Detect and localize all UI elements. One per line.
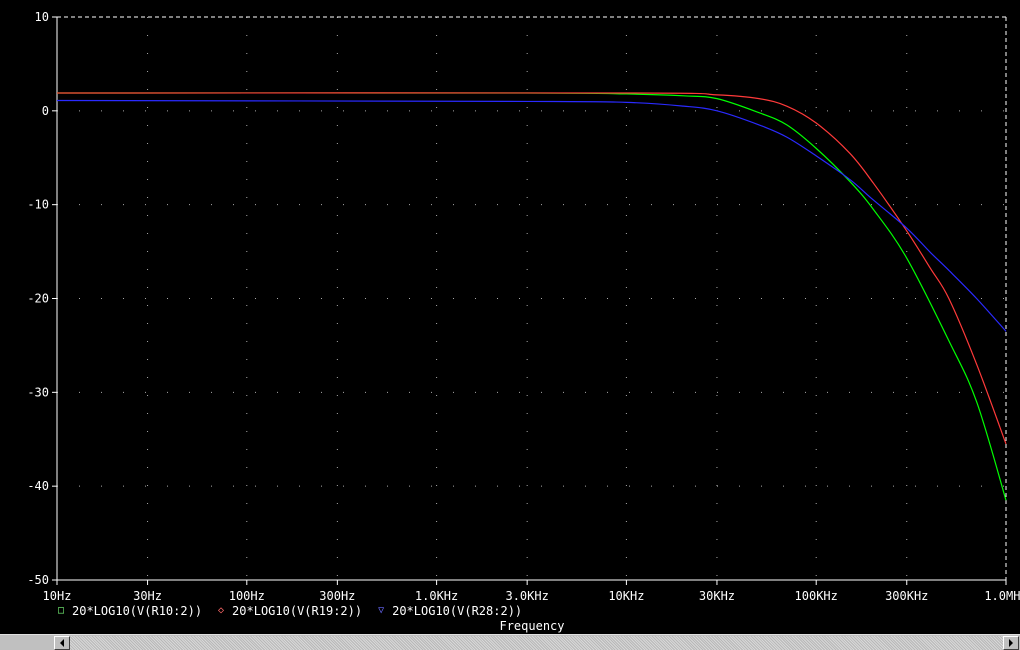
y-tick-label: 0 [42,104,49,118]
x-tick-label: 300Hz [319,589,355,603]
legend-label: 20*LOG10(V(R10:2)) [72,604,203,618]
x-tick-label: 100Hz [229,589,265,603]
scroll-right-button[interactable] [1003,636,1019,650]
scroll-track[interactable] [70,636,1003,650]
series-lines [56,92,1007,501]
y-tick-label: -10 [27,198,49,212]
scrollbar-gutter [0,636,54,650]
legend-label: 20*LOG10(V(R19:2)) [232,604,363,618]
x-tick-label: 1.0KHz [415,589,458,603]
legend-item-r28[interactable]: ▽ 20*LOG10(V(R28:2)) [376,603,522,619]
legend-label: 20*LOG10(V(R28:2)) [392,604,523,618]
diamond-marker-icon: ◇ [218,605,225,616]
y-tick-label: -30 [27,385,49,399]
series-line-2 [56,92,1007,445]
x-tick-label: 30Hz [133,589,162,603]
x-tick-label: 30KHz [699,589,735,603]
square-marker-icon: □ [57,605,65,616]
x-tick-label: 1.0MHz [984,589,1020,603]
x-axis-ticks: 10Hz 30Hz 100Hz 300Hz 1.0KHz 3.0KHz 10KHz 30KHz… [43,580,1020,603]
x-tick-label: 3.0KHz [505,589,548,603]
probe-plot-window: 10 0 -10 -20 -30 -40 -50 10Hz 30Hz 100Hz 300Hz 1.0… [0,0,1020,650]
arrow-right-icon [1009,639,1013,647]
y-tick-label: -20 [27,292,49,306]
x-tick-label: 10KHz [608,589,644,603]
y-tick-label: 10 [35,10,49,24]
x-tick-label: 100KHz [795,589,838,603]
x-axis-title: Frequency [499,619,565,633]
plot-area: 10 0 -10 -20 -30 -40 -50 10Hz 30Hz 100Hz 300Hz 1.0… [27,10,1020,603]
x-tick-label: 300KHz [885,589,928,603]
series-line-1 [56,92,1007,501]
y-tick-label: -50 [27,573,49,587]
series-line-3 [56,99,1007,332]
y-axis-ticks: 10 0 -10 -20 -30 -40 -50 [27,10,57,587]
arrow-left-icon [60,639,64,647]
legend: □ 20*LOG10(V(R10:2)) ◇ 20*LOG10(V(R19:2)… [56,603,536,619]
scroll-left-button[interactable] [54,636,70,650]
horizontal-scrollbar[interactable] [0,634,1020,650]
y-tick-label: -40 [27,479,49,493]
triangle-marker-icon: ▽ [378,605,385,616]
legend-item-r19[interactable]: ◇ 20*LOG10(V(R19:2)) [216,603,362,619]
legend-item-r10[interactable]: □ 20*LOG10(V(R10:2)) [56,603,202,619]
x-tick-label: 10Hz [43,589,72,603]
